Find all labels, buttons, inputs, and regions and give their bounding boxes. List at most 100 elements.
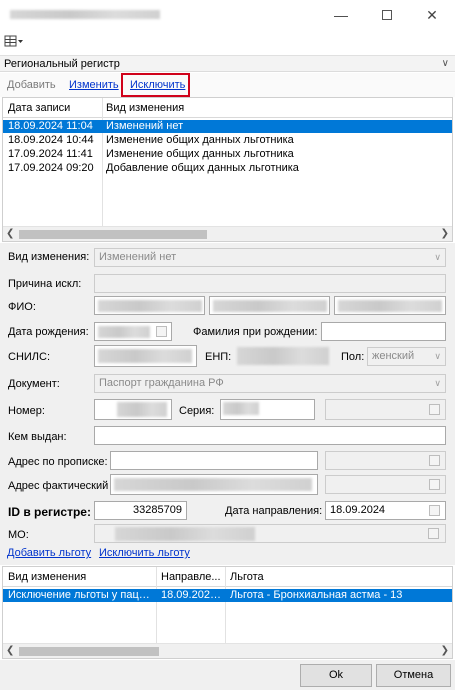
column-header-direction[interactable]: Направле... (158, 567, 224, 587)
registry-id-value: 33285709 (133, 504, 182, 516)
gender-value: женский (372, 350, 415, 362)
mo-checkbox[interactable] (428, 528, 439, 539)
add-benefit-link[interactable]: Добавить льготу (7, 547, 91, 559)
dialog-footer: Ok Отмена (0, 660, 455, 690)
column-header-kind[interactable]: Вид изменения (103, 98, 443, 118)
scroll-left-icon[interactable]: ❮ (6, 645, 14, 656)
window-title-redacted (10, 10, 160, 19)
gender-label: Пол: (341, 351, 365, 363)
history-row-date: 17.09.2024 09:20 (8, 162, 94, 174)
chevron-down-icon: ∨ (434, 378, 441, 388)
history-row[interactable]: 18.09.2024 10:44 Изменение общих данных … (3, 134, 452, 147)
history-row[interactable]: 18.09.2024 11:04 Изменений нет (3, 120, 452, 133)
document-label: Документ: (8, 378, 60, 390)
referral-date-label: Дата направления: (225, 505, 323, 517)
issued-by-field[interactable] (94, 426, 446, 445)
action-bar: Добавить Изменить Исключить (0, 73, 455, 97)
reg-address-extra-field[interactable] (325, 451, 446, 470)
exclusion-reason-field[interactable] (94, 274, 446, 293)
column-header-date[interactable]: Дата записи (5, 98, 100, 118)
last-name-field[interactable] (94, 296, 205, 315)
fio-label: ФИО: (8, 301, 36, 313)
redacted-text (223, 402, 259, 415)
birth-surname-field[interactable] (321, 322, 446, 341)
series-label: Серия: (179, 405, 215, 417)
edit-link[interactable]: Изменить (69, 79, 119, 91)
scroll-left-icon[interactable]: ❮ (6, 228, 14, 239)
ok-button[interactable]: Ok (300, 664, 372, 687)
column-header-benefit[interactable]: Льгота (227, 567, 447, 587)
benefit-row[interactable]: Исключение льготы у пацие... 18.09.2024.… (3, 589, 452, 602)
scroll-right-icon[interactable]: ❯ (441, 645, 449, 656)
referral-date-value: 18.09.2024 (330, 504, 386, 516)
benefit-table-header: Вид изменения Направле... Льгота (3, 567, 452, 587)
table-menu-button[interactable] (4, 34, 26, 48)
scroll-right-icon[interactable]: ❯ (441, 228, 449, 239)
history-row-kind: Изменение общих данных льготника (106, 134, 294, 146)
history-row-kind: Изменений нет (106, 120, 184, 132)
benefit-horizontal-scrollbar[interactable]: ❮ ❯ (3, 643, 452, 658)
redacted-text (98, 326, 150, 338)
history-row[interactable]: 17.09.2024 09:20 Добавление общих данных… (3, 162, 452, 175)
benefit-row-kind: Исключение льготы у пацие... (8, 589, 155, 601)
history-row-date: 17.09.2024 11:41 (8, 148, 93, 160)
history-row-kind: Добавление общих данных льготника (106, 162, 299, 174)
registry-id-label: ID в регистре: (8, 505, 91, 519)
document-value: Паспорт гражданина РФ (99, 377, 224, 389)
actual-address-extra-field[interactable] (325, 475, 446, 494)
maximize-icon (382, 10, 392, 20)
document-extra-field[interactable] (325, 399, 446, 420)
exclude-benefit-link[interactable]: Исключить льготу (99, 547, 190, 559)
first-name-field[interactable] (209, 296, 330, 315)
column-header-benefit-kind[interactable]: Вид изменения (5, 567, 155, 587)
benefit-row-benefit: Льгота - Бронхиальная астма - 13 (230, 589, 403, 601)
snils-field[interactable] (94, 345, 197, 367)
reg-address-checkbox[interactable] (429, 455, 440, 466)
actual-address-field[interactable] (110, 474, 318, 495)
record-details-form: Вид изменения: Изменений нет ∨ Причина и… (0, 243, 455, 565)
calendar-dropdown-icon[interactable] (156, 326, 167, 337)
redacted-text (213, 300, 327, 312)
change-kind-select[interactable]: Изменений нет ∨ (94, 248, 446, 267)
birth-date-field[interactable] (94, 322, 172, 341)
redacted-text (98, 349, 192, 363)
snils-label: СНИЛС: (8, 351, 51, 363)
number-label: Номер: (8, 405, 45, 417)
exclude-highlight-box (121, 73, 190, 97)
benefit-row-direction: 18.09.2024... (161, 589, 224, 601)
document-extra-checkbox[interactable] (429, 404, 440, 415)
middle-name-field[interactable] (334, 296, 446, 315)
referral-date-field[interactable]: 18.09.2024 (325, 501, 446, 520)
gender-select[interactable]: женский ∨ (367, 347, 446, 366)
benefit-scroll-thumb[interactable] (19, 647, 159, 656)
actual-address-label: Адрес фактический (8, 480, 109, 492)
history-row-kind: Изменение общих данных льготника (106, 148, 294, 160)
chevron-down-icon[interactable]: ∨ (442, 56, 449, 72)
registry-id-field[interactable]: 33285709 (94, 501, 187, 520)
cancel-button[interactable]: Отмена (376, 664, 451, 687)
document-select[interactable]: Паспорт гражданина РФ ∨ (94, 374, 446, 393)
history-table-header: Дата записи Вид изменения (3, 98, 452, 118)
redacted-text (114, 478, 312, 491)
close-button[interactable]: ✕ (409, 0, 455, 30)
history-horizontal-scrollbar[interactable]: ❮ ❯ (3, 226, 452, 241)
change-kind-label: Вид изменения: (8, 251, 90, 263)
redacted-text (98, 300, 202, 312)
redacted-text (117, 402, 167, 417)
mo-field[interactable] (94, 524, 446, 543)
history-scroll-thumb[interactable] (19, 230, 207, 239)
actual-address-checkbox[interactable] (429, 479, 440, 490)
reg-address-field[interactable] (110, 451, 318, 470)
benefit-table: Вид изменения Направле... Льгота Исключе… (2, 566, 453, 659)
maximize-button[interactable] (364, 0, 410, 30)
exclusion-reason-label: Причина искл: (8, 278, 82, 290)
region-registry-bar[interactable]: Региональный регистр ∨ (0, 55, 455, 72)
minimize-button[interactable]: — (318, 0, 364, 30)
series-field[interactable] (220, 399, 315, 420)
redacted-text (115, 527, 255, 541)
enp-value-redacted (237, 347, 329, 365)
calendar-dropdown-icon[interactable] (429, 505, 440, 516)
history-row[interactable]: 17.09.2024 11:41 Изменение общих данных … (3, 148, 452, 161)
add-button[interactable]: Добавить (7, 79, 56, 91)
number-field[interactable] (94, 399, 172, 420)
